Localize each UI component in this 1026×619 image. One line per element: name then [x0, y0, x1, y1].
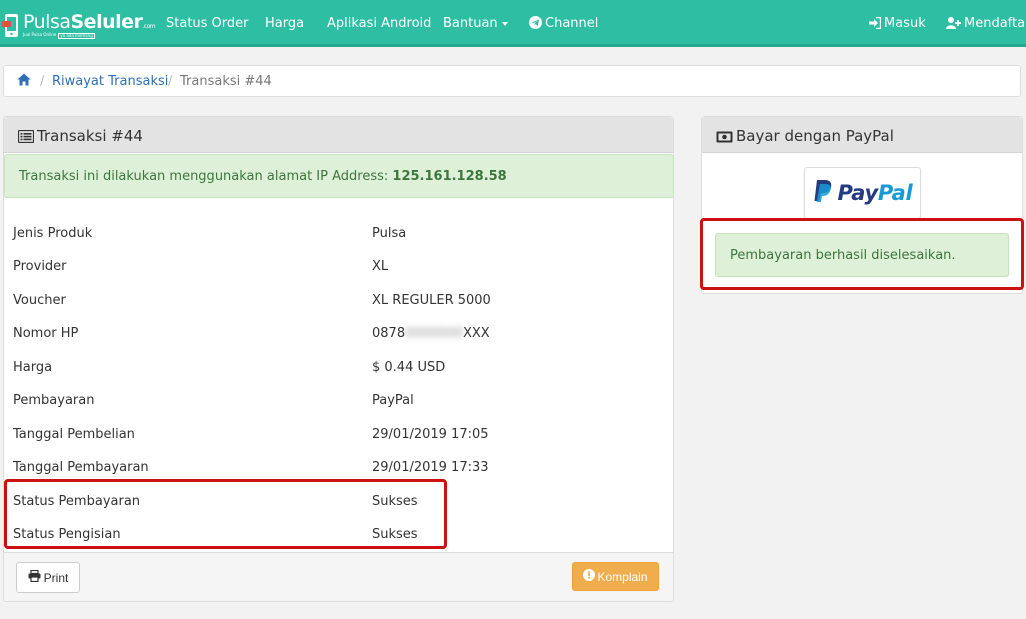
detail-label: Tanggal Pembayaran	[13, 460, 149, 475]
detail-label: Nomor HP	[13, 326, 79, 341]
phone-number-value: 08780000000XXX	[372, 326, 490, 341]
nav-channel[interactable]: Channel	[529, 16, 598, 33]
detail-label: Provider	[13, 259, 67, 274]
home-icon[interactable]	[17, 73, 31, 90]
list-alt-icon	[17, 127, 37, 145]
brand-name-suffix: .com	[142, 23, 156, 30]
detail-value: XL REGULER 5000	[372, 293, 491, 308]
nav-masuk[interactable]: Masuk	[869, 16, 926, 33]
detail-row-nomor-hp: Nomor HP 08780000000XXX	[13, 326, 663, 346]
detail-label: Status Pembayaran	[13, 494, 141, 509]
nav-bantuan-dropdown[interactable]: Bantuan	[443, 16, 508, 31]
detail-label: Pembayaran	[13, 393, 95, 408]
ip-address-value: 125.161.128.58	[392, 169, 507, 184]
breadcrumb-current: Transaksi #44	[180, 74, 272, 89]
detail-label: Harga	[13, 360, 53, 375]
user-plus-icon	[946, 17, 961, 33]
transaction-panel: Transaksi #44 Transaksi ini dilakukan me…	[3, 116, 674, 602]
payment-success-alert: Pembayaran berhasil diselesaikan.	[715, 233, 1009, 277]
detail-value: 29/01/2019 17:05	[372, 427, 489, 442]
payment-success-message: Pembayaran berhasil diselesaikan.	[730, 248, 956, 263]
money-icon	[716, 127, 736, 145]
detail-label: Jenis Produk	[13, 226, 93, 241]
detail-value: 29/01/2019 17:33	[372, 460, 489, 475]
paypal-logo-pal: Pal	[877, 181, 913, 205]
detail-row-provider: Provider XL	[13, 259, 663, 279]
detail-row-voucher: Voucher XL REGULER 5000	[13, 293, 663, 313]
paypal-logo-pay: Pay	[837, 181, 879, 205]
detail-value: $ 0.44 USD	[372, 360, 446, 375]
breadcrumb-riwayat-transaksi[interactable]: Riwayat Transaksi	[52, 74, 168, 89]
komplain-button[interactable]: Komplain	[572, 562, 659, 591]
paypal-logo[interactable]: PayPal	[804, 167, 921, 219]
sign-in-icon	[869, 16, 882, 33]
paypal-panel-heading: Bayar dengan PayPal	[702, 117, 1022, 153]
telegram-icon	[529, 16, 542, 33]
masked-digits: 0000000	[405, 326, 463, 341]
breadcrumb: / Riwayat Transaksi / Transaksi #44	[3, 65, 1021, 97]
detail-row-pembayaran: Pembayaran PayPal	[13, 393, 663, 413]
brand-logo[interactable]: PulsaSeluler.com Jual Pulsa Online ya ad…	[0, 11, 156, 41]
detail-value: Sukses	[372, 494, 418, 509]
detail-row-jenis-produk: Jenis Produk Pulsa	[13, 226, 663, 246]
top-navbar: PulsaSeluler.com Jual Pulsa Online ya ad…	[0, 0, 1026, 47]
ip-address-alert: Transaksi ini dilakukan menggunakan alam…	[4, 154, 674, 198]
brand-name-part2: Seluler	[70, 11, 143, 33]
detail-value: Pulsa	[372, 226, 407, 241]
detail-label: Voucher	[13, 293, 66, 308]
transaction-title: Transaksi #44	[37, 127, 143, 145]
brand-tagline-left: Jual Pulsa Online	[23, 32, 57, 37]
detail-row-harga: Harga $ 0.44 USD	[13, 360, 663, 380]
transaction-panel-footer: Print Komplain	[4, 552, 673, 601]
paypal-p-icon	[813, 179, 833, 207]
ip-notice-text: Transaksi ini dilakukan menggunakan alam…	[19, 169, 389, 184]
nav-harga[interactable]: Harga	[265, 16, 304, 31]
brand-name-part1: Pulsa	[23, 11, 71, 33]
paypal-title: Bayar dengan PayPal	[736, 127, 894, 145]
nav-mendaftar[interactable]: Mendaftar	[946, 16, 1026, 33]
detail-row-status-pengisian: Status Pengisian Sukses	[13, 527, 663, 547]
detail-value: XL	[372, 259, 389, 274]
detail-label: Status Pengisian	[13, 527, 121, 542]
breadcrumb-separator: /	[40, 74, 45, 89]
exclamation-circle-icon	[583, 569, 596, 584]
detail-row-tanggal-pembelian: Tanggal Pembelian 29/01/2019 17:05	[13, 427, 663, 447]
detail-value: PayPal	[372, 393, 414, 408]
detail-row-status-pembayaran: Status Pembayaran Sukses	[13, 494, 663, 514]
print-button[interactable]: Print	[16, 562, 80, 593]
transaction-panel-heading: Transaksi #44	[4, 117, 673, 153]
phone-logo-icon	[2, 13, 22, 39]
print-icon	[28, 569, 41, 585]
detail-value: Sukses	[372, 527, 418, 542]
breadcrumb-separator: /	[168, 74, 173, 89]
nav-status-order[interactable]: Status Order	[166, 16, 249, 31]
brand-tagline-right: ya ada memang	[58, 33, 95, 39]
paypal-panel: Bayar dengan PayPal PayPal Pembayaran be…	[701, 116, 1023, 294]
detail-label: Tanggal Pembelian	[13, 427, 135, 442]
nav-aplikasi-android[interactable]: Aplikasi Android	[327, 16, 431, 31]
detail-row-tanggal-pembayaran: Tanggal Pembayaran 29/01/2019 17:33	[13, 460, 663, 480]
caret-down-icon	[501, 21, 508, 26]
